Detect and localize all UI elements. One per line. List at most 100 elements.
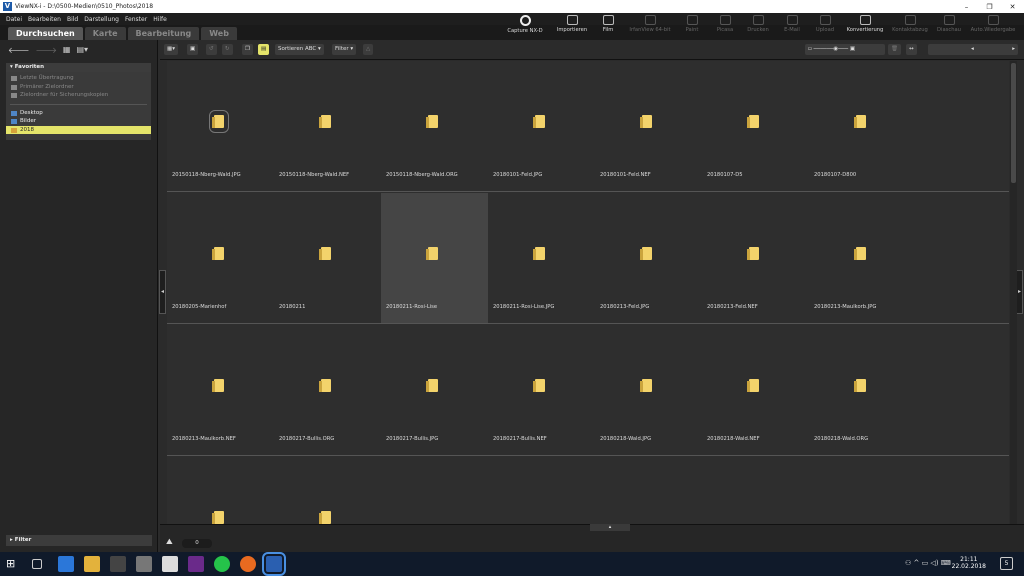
- folder-icon: [212, 379, 224, 392]
- file-thumbnail[interactable]: 20180213-Feld.JPG: [595, 193, 702, 323]
- file-thumbnail[interactable]: 20180217-Bullis.NEF: [488, 325, 595, 455]
- folder-icon: [640, 115, 652, 128]
- view-options-icon[interactable]: ▤▾: [76, 45, 88, 54]
- tray-icons[interactable]: ⚇ ^ ▭ ◁) ⌨: [905, 559, 951, 567]
- picasa-button[interactable]: Picasa: [710, 15, 740, 39]
- tab-bearbeitung[interactable]: Bearbeitung: [127, 27, 200, 40]
- file-thumbnail[interactable]: 20180205-Marienhof: [167, 193, 274, 323]
- store-icon[interactable]: [110, 556, 126, 572]
- thumbnail-size-slider[interactable]: ▫ ──────◉─── ▣: [805, 44, 885, 55]
- expand-bottom-panel-icon[interactable]: ▴: [590, 524, 630, 531]
- file-thumbnail[interactable]: [167, 457, 274, 524]
- rotate-left-icon[interactable]: ↺: [206, 44, 217, 55]
- highlight-folder-icon[interactable]: ▤: [258, 44, 270, 55]
- clock[interactable]: 21:11 22.02.2018: [952, 556, 986, 570]
- file-thumbnail[interactable]: 20180211-Rosi-Lise.JPG: [488, 193, 595, 323]
- slideshow-button[interactable]: Diaschau: [933, 15, 965, 39]
- file-thumbnail-selected[interactable]: 20180211-Rosi-Lise: [381, 193, 488, 323]
- file-thumbnail[interactable]: 20180101-Feld.JPG: [488, 61, 595, 191]
- filter-dropdown[interactable]: Filter ▾: [332, 44, 357, 55]
- file-thumbnail[interactable]: 20180218-Wald.JPG: [595, 325, 702, 455]
- file-thumbnail[interactable]: 20180213-Maulkorb.NEF: [167, 325, 274, 455]
- left-panel: 🡐 🡒 ▦ ▤▾ ▾ Favoriten Letzte Übertragung …: [0, 40, 158, 552]
- trash-icon[interactable]: 🗑: [888, 44, 901, 55]
- email-button[interactable]: E-Mail: [777, 15, 807, 39]
- rotate-right-icon[interactable]: ↻: [222, 44, 233, 55]
- notepad-icon[interactable]: [162, 556, 178, 572]
- fav-last-transfer[interactable]: Letzte Übertragung: [6, 74, 151, 83]
- file-thumbnail[interactable]: 20150118-Nberg-Wald.ORG: [381, 61, 488, 191]
- file-thumbnail[interactable]: 20180107-D800: [809, 61, 916, 191]
- fit-width-icon[interactable]: ↔: [906, 44, 917, 55]
- selection-counter: 0: [182, 539, 212, 548]
- file-thumbnail[interactable]: 20180218-Wald.NEF: [702, 325, 809, 455]
- irfanview-button[interactable]: IrfanView 64-bit: [624, 15, 676, 39]
- fav-primary-destination[interactable]: Primärer Zielordner: [6, 83, 151, 92]
- tab-durchsuchen[interactable]: Durchsuchen: [8, 27, 83, 40]
- app-icon[interactable]: [188, 556, 204, 572]
- paint-button[interactable]: Paint: [678, 15, 706, 39]
- mail-icon[interactable]: [136, 556, 152, 572]
- fav-pictures[interactable]: Bilder: [6, 117, 151, 126]
- upload-button[interactable]: Upload: [810, 15, 840, 39]
- image-viewer-icon[interactable]: ▣: [187, 44, 199, 55]
- menu-datei[interactable]: Datei: [6, 16, 22, 23]
- maximize-button[interactable]: ❐: [978, 3, 1001, 11]
- contact-sheet-button[interactable]: Kontaktabzug: [889, 15, 931, 39]
- menu-bild[interactable]: Bild: [67, 16, 78, 23]
- filter-header[interactable]: ▸ Filter: [6, 535, 152, 546]
- import-button[interactable]: Importieren: [553, 15, 591, 39]
- convert-button[interactable]: Konvertierung: [843, 15, 887, 39]
- menu-bearbeiten[interactable]: Bearbeiten: [28, 16, 61, 23]
- fav-desktop[interactable]: Desktop: [6, 109, 151, 118]
- folder-up-icon[interactable]: ▦: [63, 45, 71, 54]
- file-thumbnail[interactable]: 20150118-Nberg-Wald.JPG: [167, 61, 274, 191]
- marker-icon[interactable]: △: [363, 44, 374, 55]
- close-button[interactable]: ✕: [1001, 3, 1024, 11]
- folder-icon: [747, 379, 759, 392]
- playback-bar[interactable]: ◂ ▸: [928, 44, 1018, 55]
- forward-icon[interactable]: 🡒: [35, 45, 56, 55]
- firefox-icon[interactable]: [240, 556, 256, 572]
- scrollbar-thumb[interactable]: [1011, 63, 1016, 183]
- file-thumbnail[interactable]: 20180213-Maulkorb.JPG: [809, 193, 916, 323]
- favorites-header[interactable]: ▾ Favoriten: [6, 63, 151, 72]
- notification-center-icon[interactable]: 5: [1000, 557, 1013, 570]
- viewnx-taskbar-icon[interactable]: [262, 552, 286, 576]
- fav-backup-destination[interactable]: Zielordner für Sicherungskopien: [6, 91, 151, 100]
- minimize-button[interactable]: –: [955, 3, 978, 11]
- menu-hilfe[interactable]: Hilfe: [153, 16, 167, 23]
- compare-icon[interactable]: ❐: [242, 44, 253, 55]
- print-button[interactable]: Drucken: [743, 15, 773, 39]
- vertical-scrollbar[interactable]: [1010, 61, 1017, 524]
- autoplay-button[interactable]: Auto.Wiedergabe: [967, 15, 1019, 39]
- tab-karte[interactable]: Karte: [84, 27, 126, 40]
- whatsapp-icon[interactable]: [214, 556, 230, 572]
- file-thumbnail[interactable]: 20180211: [274, 193, 381, 323]
- windows-start-icon[interactable]: ⊞: [6, 556, 22, 572]
- folder-icon: [854, 379, 866, 392]
- collapse-left-panel-handle[interactable]: ◂: [159, 270, 166, 314]
- file-thumbnail[interactable]: 20180218-Wald.ORG: [809, 325, 916, 455]
- file-thumbnail[interactable]: 20180213-Feld.NEF: [702, 193, 809, 323]
- menu-fenster[interactable]: Fenster: [125, 16, 147, 23]
- thumbnail-grid-icon[interactable]: ▦▾: [164, 44, 178, 55]
- movie-button[interactable]: Film: [595, 15, 621, 39]
- fav-2018[interactable]: 2018: [6, 125, 151, 134]
- back-icon[interactable]: 🡐: [8, 45, 29, 55]
- file-thumbnail[interactable]: 20180101-Feld.NEF: [595, 61, 702, 191]
- file-thumbnail[interactable]: 20150118-Nberg-Wald.NEF: [274, 61, 381, 191]
- file-thumbnail[interactable]: 20180107-D5: [702, 61, 809, 191]
- sort-dropdown[interactable]: Sortieren ABC ▾: [275, 44, 324, 55]
- capture-nxd-button[interactable]: Capture NX-D: [505, 15, 545, 39]
- file-thumbnail[interactable]: 20180217-Bullis.ORG: [274, 325, 381, 455]
- edge-browser-icon[interactable]: [58, 556, 74, 572]
- collapse-right-panel-handle[interactable]: ▸: [1016, 270, 1023, 314]
- autoplay-icon: [987, 15, 999, 25]
- tab-web[interactable]: Web: [201, 27, 237, 40]
- file-thumbnail[interactable]: 20180217-Bullis.JPG: [381, 325, 488, 455]
- file-explorer-icon[interactable]: [84, 556, 100, 572]
- task-view-icon[interactable]: [32, 559, 42, 569]
- file-thumbnail[interactable]: [274, 457, 381, 524]
- menu-darstellung[interactable]: Darstellung: [84, 16, 119, 23]
